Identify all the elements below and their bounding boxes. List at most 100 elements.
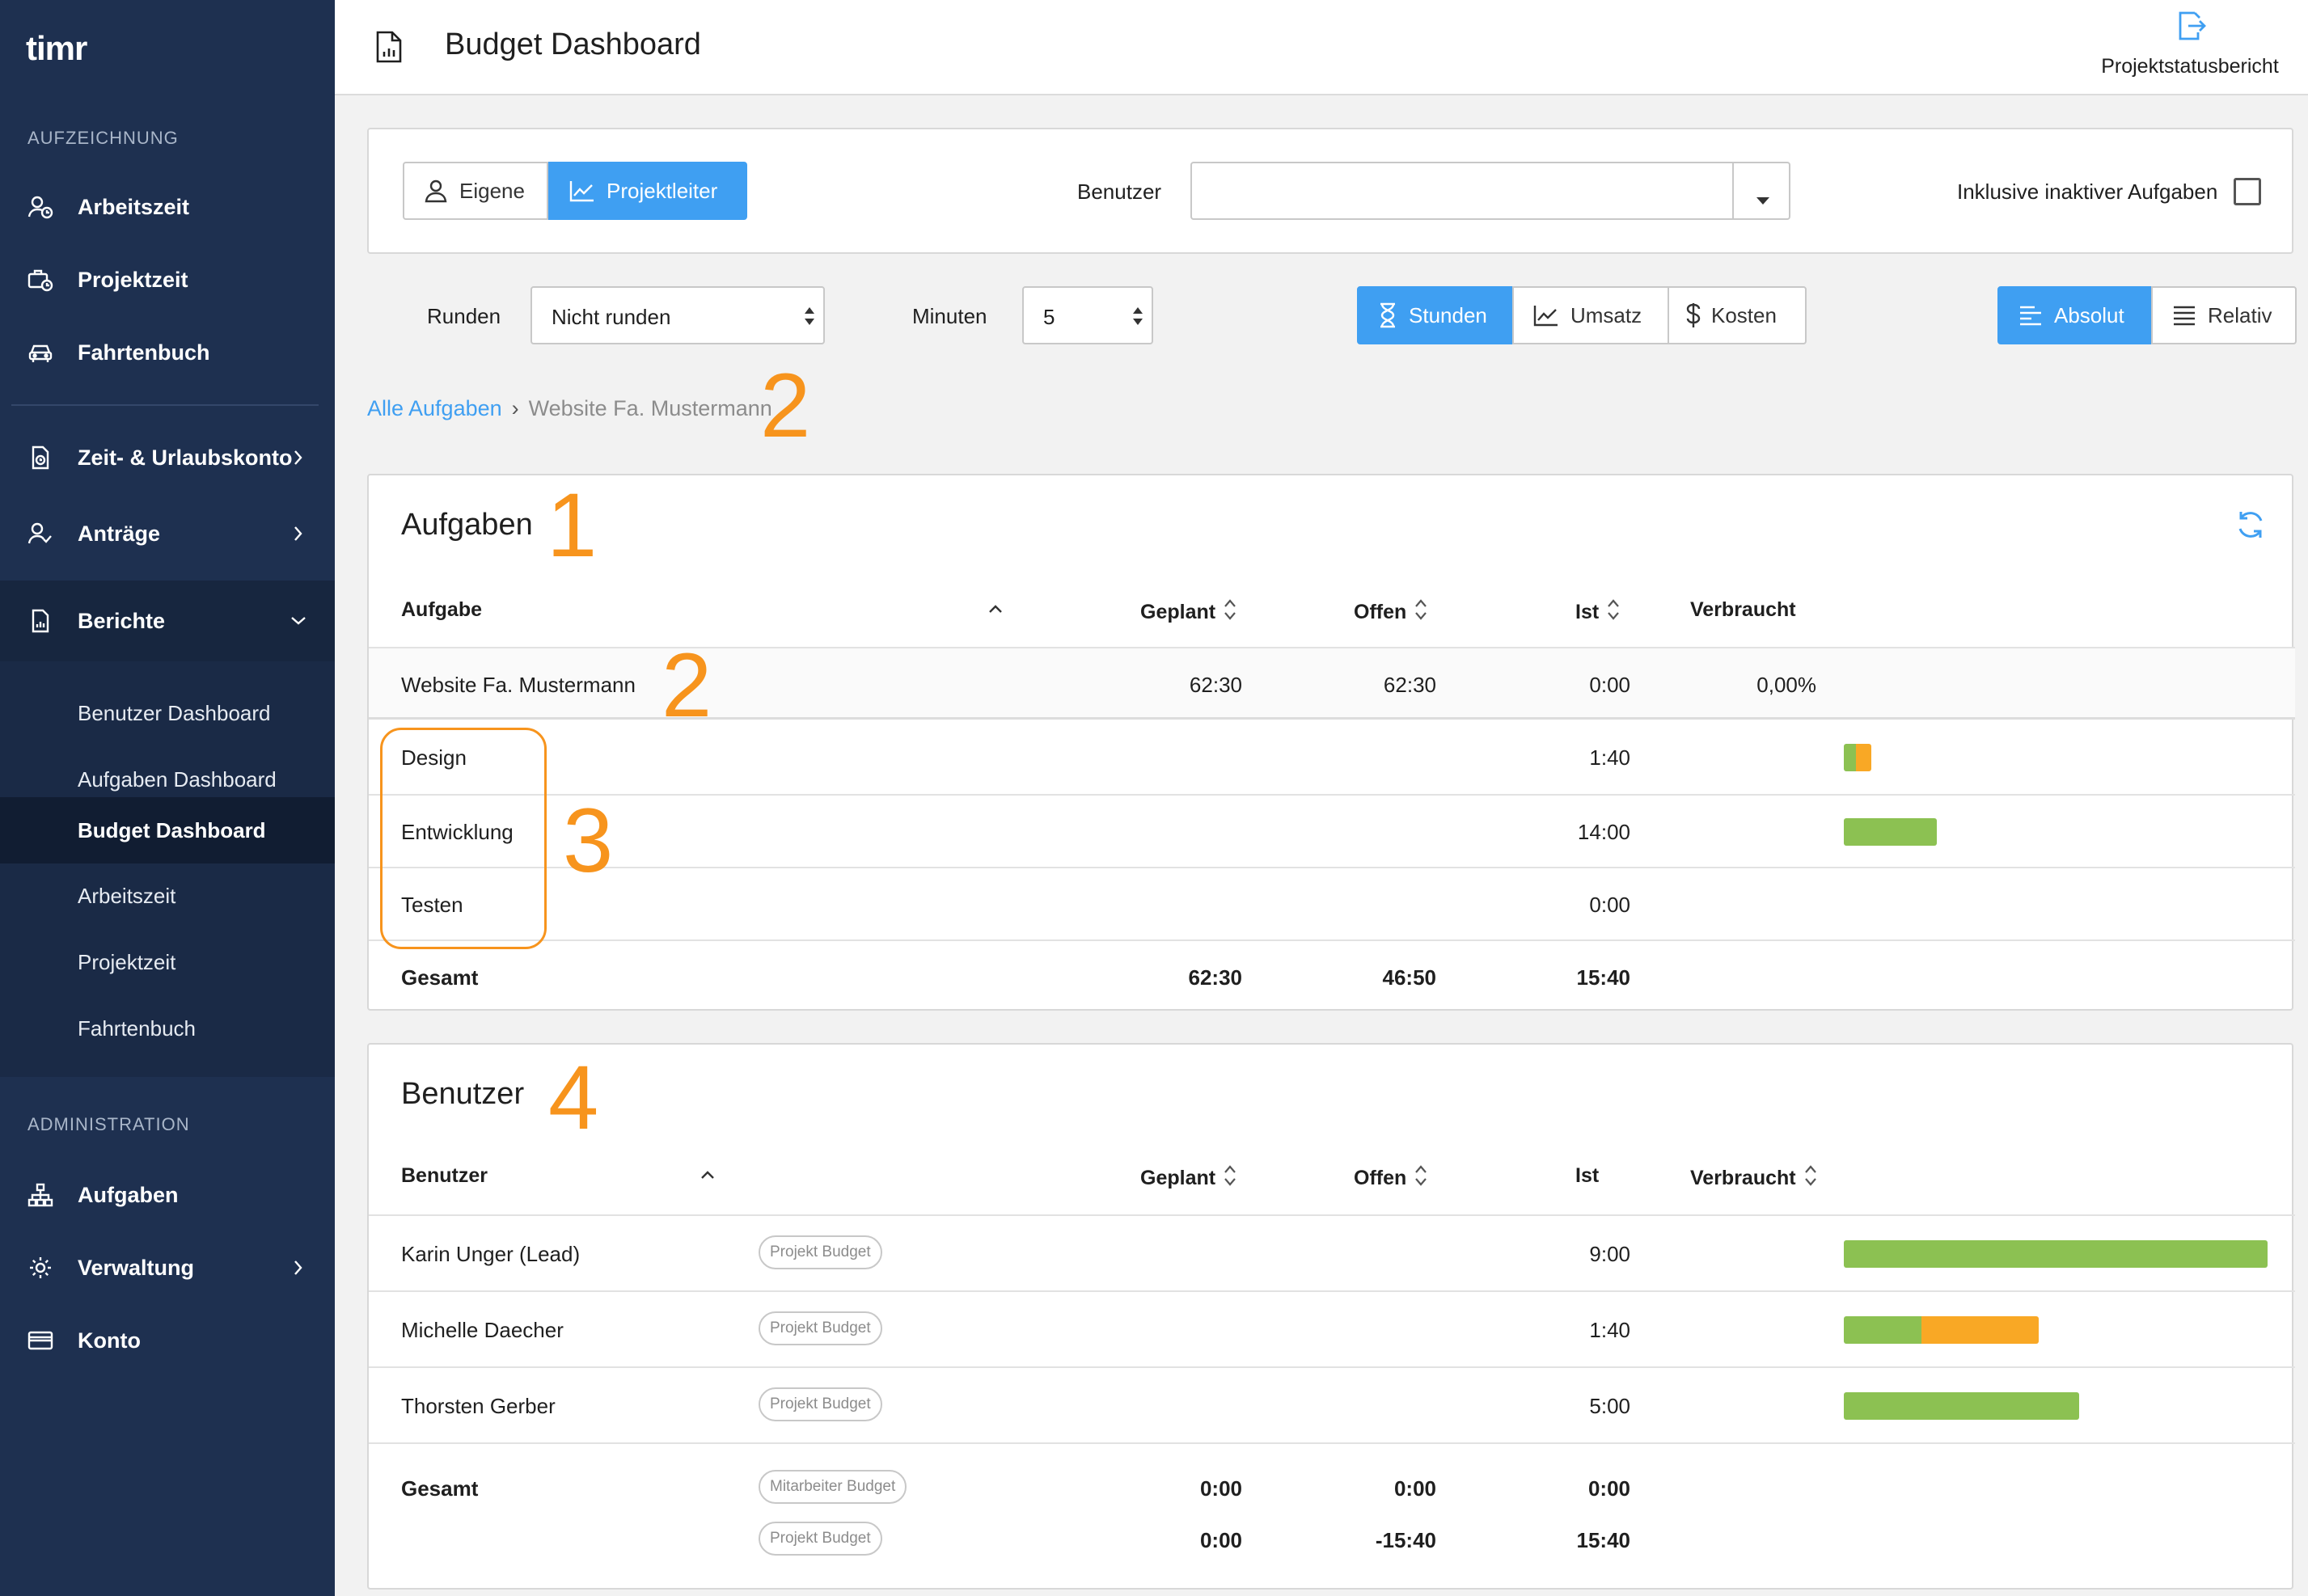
metric-hours-button[interactable]: Stunden	[1357, 286, 1514, 344]
task-parent-row[interactable]: Website Fa. Mustermann 62:30 62:30 0:00 …	[369, 647, 2295, 720]
breadcrumb-all-tasks-link[interactable]: Alle Aufgaben	[367, 396, 502, 420]
metric-costs-button[interactable]: Kosten	[1668, 286, 1807, 344]
task-row[interactable]: Testen 0:00	[369, 867, 2295, 939]
users-card: Benutzer 4 Benutzer Geplant Offen Ist Ve…	[367, 1043, 2295, 1590]
sort-updown-icon	[804, 306, 815, 332]
metric-revenue-button[interactable]: Umsatz	[1512, 286, 1669, 344]
header-label: Aufgabe	[401, 598, 482, 621]
submenu-item-arbeitszeit[interactable]: Arbeitszeit	[0, 863, 335, 928]
view-relative-label: Relativ	[2208, 302, 2272, 327]
user-row[interactable]: Karin Unger (Lead) Projekt Budget 9:00	[369, 1214, 2295, 1290]
users-header-user[interactable]: Benutzer	[401, 1164, 488, 1188]
sidebar-item-fahrtenbuch[interactable]: Fahrtenbuch	[0, 320, 335, 385]
sidebar-item-arbeitszeit[interactable]: Arbeitszeit	[0, 175, 335, 239]
header-label: Ist	[1575, 601, 1600, 623]
bar-green-segment	[1844, 1316, 1921, 1344]
users-title: Benutzer	[401, 1077, 525, 1111]
minutes-stepper[interactable]: 5	[1022, 286, 1153, 344]
sidebar-item-projektzeit[interactable]: Projektzeit	[0, 247, 335, 312]
view-relative-button[interactable]: Relativ	[2151, 286, 2297, 344]
user-total-row: Gesamt Mitarbeiter Budget 0:00 0:00 0:00…	[369, 1442, 2295, 1590]
user-usage-bar	[1844, 1240, 2268, 1268]
tasks-header-open[interactable]: Offen	[1354, 598, 1427, 627]
submenu-item-benutzer-dashboard[interactable]: Benutzer Dashboard	[0, 681, 335, 745]
header-label: Verbraucht	[1690, 1167, 1796, 1189]
task-open: 62:30	[1383, 673, 1436, 697]
sidebar: timr AUFZEICHNUNG Arbeitszeit Projektzei…	[0, 0, 335, 1596]
user-name: Thorsten Gerber	[401, 1394, 556, 1418]
user-row[interactable]: Michelle Daecher Projekt Budget 1:40	[369, 1290, 2295, 1366]
project-status-report-button[interactable]: Projektstatusbericht	[2088, 10, 2292, 87]
sidebar-item-label: Fahrtenbuch	[78, 340, 210, 365]
timr-logo[interactable]: timr	[26, 29, 87, 68]
tasks-title: Aufgaben	[401, 508, 533, 542]
submenu-item-label: Aufgaben Dashboard	[78, 766, 277, 792]
rounding-select[interactable]: Nicht runden	[531, 286, 825, 344]
section-label-recording: AUFZEICHNUNG	[27, 128, 179, 148]
hourglass-icon	[1378, 302, 1397, 328]
mode-project-lead-button[interactable]: Projektleiter	[548, 162, 747, 220]
tasks-header-task[interactable]: Aufgabe	[401, 598, 482, 622]
user-select[interactable]	[1190, 162, 1790, 220]
header-label: Verbraucht	[1690, 598, 1796, 621]
sidebar-item-zeit-urlaubskonto[interactable]: Zeit- & Urlaubskonto	[0, 425, 335, 490]
view-absolute-button[interactable]: Absolut	[1997, 286, 2153, 344]
total-label: Gesamt	[401, 1476, 479, 1501]
task-actual: 1:40	[1589, 745, 1630, 770]
tasks-card: Aufgaben 1 Aufgabe Geplant Offen Ist Ver…	[367, 474, 2295, 1011]
user-name: Karin Unger (Lead)	[401, 1242, 581, 1266]
sidebar-item-antraege[interactable]: Anträge	[0, 501, 335, 566]
inactive-tasks-checkbox[interactable]	[2234, 178, 2261, 205]
total-label: Gesamt	[401, 965, 479, 990]
sidebar-item-konto[interactable]: Konto	[0, 1308, 335, 1373]
header-label: Offen	[1354, 1167, 1407, 1189]
users-header-used[interactable]: Verbraucht	[1690, 1164, 1817, 1193]
sidebar-divider	[11, 404, 319, 406]
user-row[interactable]: Thorsten Gerber Projekt Budget 5:00	[369, 1366, 2295, 1442]
tasks-header-planned[interactable]: Geplant	[1140, 598, 1236, 627]
budget-badge: Projekt Budget	[759, 1387, 882, 1421]
tasks-header-actual[interactable]: Ist	[1575, 598, 1620, 627]
submenu-item-fahrtenbuch[interactable]: Fahrtenbuch	[0, 996, 335, 1061]
refresh-icon[interactable]	[2235, 509, 2266, 544]
report-icon	[27, 608, 53, 634]
employee-total-planned: 0:00	[1199, 1476, 1242, 1501]
sidebar-item-label: Konto	[78, 1328, 141, 1353]
sidebar-item-verwaltung[interactable]: Verwaltung	[0, 1235, 335, 1300]
users-header-open[interactable]: Offen	[1354, 1164, 1427, 1193]
submenu-item-budget-dashboard[interactable]: Budget Dashboard	[0, 797, 335, 863]
annotation-1-tasks: 1	[547, 475, 598, 576]
sort-updown-icon	[1414, 598, 1427, 627]
task-total-row: Gesamt 62:30 46:50 15:40	[369, 939, 2295, 1011]
submenu-item-label: Benutzer Dashboard	[78, 700, 271, 725]
submenu-item-projektzeit[interactable]: Projektzeit	[0, 930, 335, 994]
breadcrumb: Alle Aufgaben › Website Fa. Mustermann	[367, 396, 772, 421]
sort-asc-icon[interactable]	[988, 603, 1003, 618]
annotation-4-users: 4	[548, 1047, 599, 1148]
project-budget-badge: Projekt Budget	[759, 1522, 882, 1556]
sort-asc-icon[interactable]	[700, 1169, 715, 1184]
project-total-open: -15:40	[1375, 1528, 1436, 1552]
project-status-report-label: Projektstatusbericht	[2101, 55, 2279, 78]
total-open: 46:50	[1382, 965, 1437, 990]
user-clock-icon	[27, 194, 53, 220]
sidebar-item-aufgaben[interactable]: Aufgaben	[0, 1163, 335, 1227]
sort-updown-icon	[1414, 1164, 1427, 1193]
credit-card-icon	[27, 1328, 53, 1353]
annotation-2-breadcrumb: 2	[760, 355, 811, 456]
users-header-planned[interactable]: Geplant	[1140, 1164, 1236, 1193]
user-icon	[424, 179, 448, 203]
page-header: Budget Dashboard Projektstatusbericht	[335, 0, 2308, 95]
task-row[interactable]: Design 1:40	[369, 721, 2295, 794]
bar-green-segment	[1844, 818, 1937, 846]
task-row[interactable]: Entwicklung 14:00	[369, 794, 2295, 867]
sidebar-item-label: Verwaltung	[78, 1255, 195, 1280]
project-total-actual: 15:40	[1576, 1528, 1631, 1552]
hierarchy-icon	[27, 1182, 53, 1208]
align-left-icon	[2018, 305, 2043, 326]
metric-revenue-label: Umsatz	[1570, 302, 1642, 327]
task-actual: 14:00	[1577, 820, 1630, 844]
mode-own-button[interactable]: Eigene	[403, 162, 548, 220]
sidebar-item-berichte[interactable]: Berichte	[0, 581, 335, 661]
user-name: Michelle Daecher	[401, 1318, 564, 1342]
